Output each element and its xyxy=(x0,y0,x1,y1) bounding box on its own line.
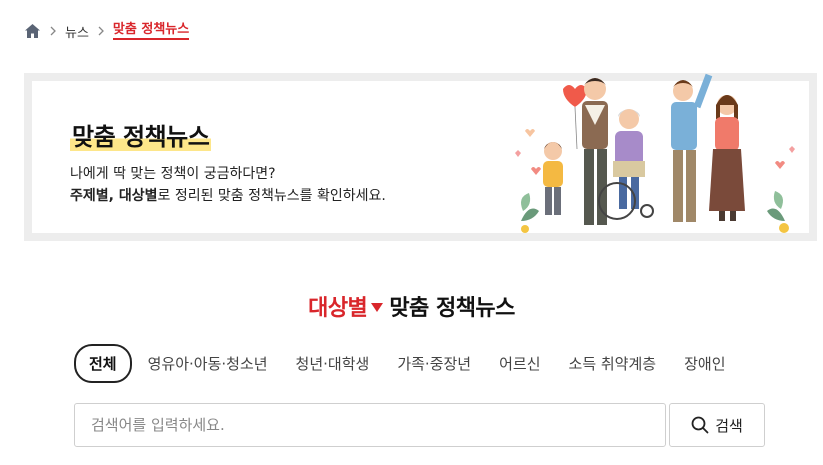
tab-all[interactable]: 전체 xyxy=(74,343,132,383)
tab-disabled[interactable]: 장애인 xyxy=(684,353,725,374)
banner-content: 맞춤 정책뉴스 나에게 딱 맞는 정책이 궁금하다면? 주제별, 대상별로 정리… xyxy=(32,73,809,233)
child-figure xyxy=(543,142,563,215)
banner-desc-bold: 주제별, 대상별 xyxy=(70,188,158,204)
chevron-right-icon xyxy=(50,26,56,36)
audience-tabs: 전체 영유아·아동·청소년 청년·대학생 가족·중장년 어르신 소득 취약계층 … xyxy=(74,343,754,383)
chevron-right-icon xyxy=(98,26,104,36)
tab-family-middle-aged[interactable]: 가족·중장년 xyxy=(397,353,471,374)
banner-desc-line1: 나에게 딱 맞는 정책이 궁금하다면? xyxy=(70,166,276,182)
search-input[interactable] xyxy=(74,403,666,447)
decor-right xyxy=(767,146,795,233)
banner-description: 나에게 딱 맞는 정책이 궁금하다면? 주제별, 대상별로 정리된 맞춤 정책뉴… xyxy=(70,163,386,207)
search-icon xyxy=(691,416,709,434)
breadcrumb-news[interactable]: 뉴스 xyxy=(65,22,89,41)
search-button[interactable]: 검색 xyxy=(669,403,765,447)
young-woman-figure xyxy=(709,95,745,221)
breadcrumb: 뉴스 맞춤 정책뉴스 xyxy=(24,20,190,42)
triangle-down-icon[interactable] xyxy=(371,303,384,312)
banner-desc-rest: 로 정리된 맞춤 정책뉴스를 확인하세요. xyxy=(157,188,386,204)
tab-children-youth[interactable]: 영유아·아동·청소년 xyxy=(148,353,268,374)
tab-young-adults-students[interactable]: 청년·대학생 xyxy=(296,353,370,374)
hero-banner: 맞춤 정책뉴스 나에게 딱 맞는 정책이 궁금하다면? 주제별, 대상별로 정리… xyxy=(24,73,817,241)
family-illustration xyxy=(515,73,795,233)
home-icon[interactable] xyxy=(24,23,41,39)
section-title-text: 맞춤 정책뉴스 xyxy=(389,296,515,321)
tab-low-income[interactable]: 소득 취약계층 xyxy=(569,353,657,374)
tab-seniors[interactable]: 어르신 xyxy=(499,353,540,374)
young-man-figure xyxy=(671,73,713,222)
father-figure xyxy=(582,78,608,225)
decor-left xyxy=(515,129,541,233)
breadcrumb-current[interactable]: 맞춤 정책뉴스 xyxy=(112,22,190,40)
banner-title-text: 맞춤 정책뉴스 xyxy=(70,123,212,151)
section-title: 대상별 맞춤 정책뉴스 xyxy=(0,290,823,322)
audience-selector[interactable]: 대상별 xyxy=(308,296,368,321)
banner-title: 맞춤 정책뉴스 xyxy=(70,117,212,152)
search-button-label: 검색 xyxy=(715,416,743,435)
